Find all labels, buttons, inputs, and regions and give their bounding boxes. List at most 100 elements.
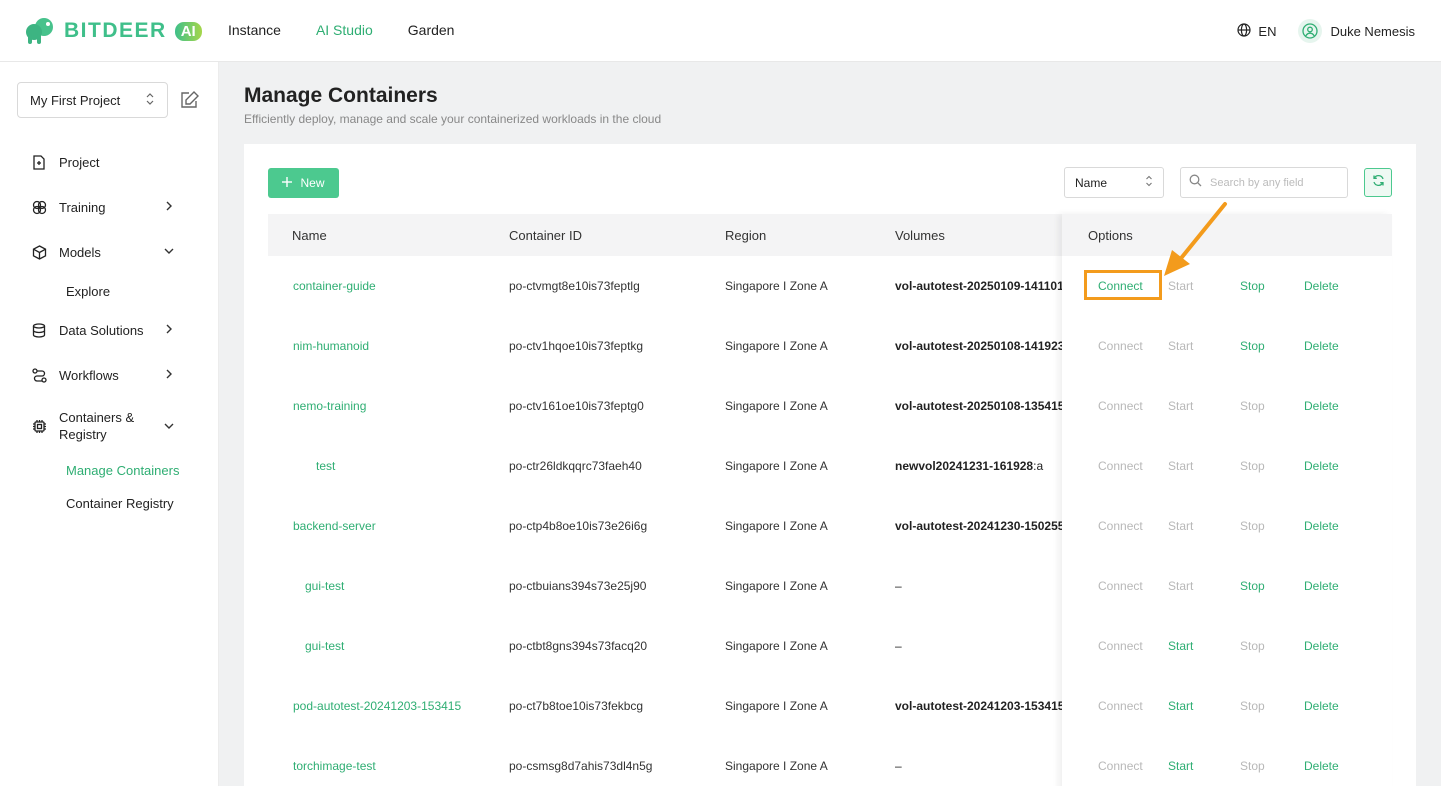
plus-icon [282,176,293,190]
container-name-link[interactable]: gui-test [305,579,344,593]
project-select[interactable]: My First Project [17,82,168,118]
chevron-down-icon [162,244,176,258]
container-id: po-ctbuians394s73e25j90 [509,579,647,593]
container-id: po-ctv1hqoe10is73feptkg [509,339,644,353]
stop-button[interactable]: Stop [1240,699,1265,713]
sidebar-item-workflows[interactable]: Workflows [0,353,219,398]
start-button[interactable]: Start [1168,459,1193,473]
connect-button[interactable]: Connect [1098,399,1143,413]
start-button[interactable]: Start [1168,759,1193,773]
start-button[interactable]: Start [1168,339,1193,353]
volume-name: newvol20241231-161928 [895,459,1034,473]
sidebar-item-models[interactable]: Models [0,230,219,275]
nav-instance[interactable]: Instance [228,22,281,38]
nav-garden[interactable]: Garden [408,22,455,38]
connect-button[interactable]: Connect [1098,759,1143,773]
container-id: po-csmsg8d7ahis73dl4n5g [509,759,653,773]
sidebar-nav: Project Training Models Explore Data Sol… [0,140,219,520]
delete-button[interactable]: Delete [1304,339,1339,353]
container-volume: – [895,579,1065,593]
container-name-link[interactable]: nemo-training [293,399,366,413]
start-button[interactable]: Start [1168,639,1193,653]
sidebar-item-containers-registry[interactable]: Containers & Registry [0,398,219,454]
delete-button[interactable]: Delete [1304,759,1339,773]
container-name-link[interactable]: container-guide [293,279,376,293]
updown-chevron-icon [1145,175,1153,190]
stop-button[interactable]: Stop [1240,579,1265,593]
filter-field-select[interactable]: Name [1064,167,1164,198]
workflow-icon [31,368,47,384]
stop-button[interactable]: Stop [1240,519,1265,533]
volume-name: vol-autotest-20250108-135415 [895,399,1065,413]
connect-button[interactable]: Connect [1098,699,1143,713]
container-volume: vol-autotest-20241203-153415 [895,699,1065,713]
container-name-link[interactable]: gui-test [305,639,344,653]
sidebar-item-project[interactable]: Project [0,140,219,185]
volume-suffix: – [895,639,902,653]
start-button[interactable]: Start [1168,699,1193,713]
sidebar-item-explore[interactable]: Explore [0,275,219,308]
new-button[interactable]: New [268,168,339,198]
stop-button[interactable]: Stop [1240,339,1265,353]
logo-badge: AI [174,21,202,41]
search-icon [1189,174,1202,192]
connect-button[interactable]: Connect [1098,519,1143,533]
volume-name: vol-autotest-20241203-153415 [895,699,1065,713]
container-region: Singapore I Zone A [725,759,828,773]
logo[interactable]: BITDEER AI [24,17,202,45]
container-name-link[interactable]: backend-server [293,519,376,533]
delete-button[interactable]: Delete [1304,519,1339,533]
volume-suffix: – [895,579,902,593]
sidebar-item-container-registry[interactable]: Container Registry [0,487,219,520]
container-region: Singapore I Zone A [725,519,828,533]
column-header-volumes[interactable]: Volumes [895,228,945,243]
connect-button[interactable]: Connect [1098,339,1143,353]
start-button[interactable]: Start [1168,399,1193,413]
connect-button[interactable]: Connect [1098,579,1143,593]
container-id: po-ctbt8gns394s73facq20 [509,639,648,653]
language-switcher[interactable]: EN [1237,22,1276,40]
sidebar-item-manage-containers[interactable]: Manage Containers [0,454,219,487]
sidebar: My First Project Project Training Models… [0,62,219,786]
container-name-link[interactable]: pod-autotest-20241203-153415 [293,699,461,713]
column-header-container-id[interactable]: Container ID [509,228,582,243]
delete-button[interactable]: Delete [1304,279,1339,293]
start-button[interactable]: Start [1168,579,1193,593]
sidebar-item-label: Data Solutions [59,323,144,338]
container-region: Singapore I Zone A [725,459,828,473]
nav-ai-studio[interactable]: AI Studio [316,22,373,38]
chevron-right-icon [162,199,176,213]
container-name-link[interactable]: torchimage-test [293,759,376,773]
edit-icon[interactable] [179,89,201,111]
user-name[interactable]: Duke Nemesis [1330,24,1415,39]
stop-button[interactable]: Stop [1240,459,1265,473]
chip-icon [31,418,47,434]
volume-name: vol-autotest-20250109-141101 [895,279,1064,293]
avatar[interactable] [1298,19,1323,43]
stop-button[interactable]: Stop [1240,759,1265,773]
column-header-name[interactable]: Name [292,228,327,243]
connect-button[interactable]: Connect [1098,459,1143,473]
container-name-link[interactable]: test [316,459,335,473]
sidebar-item-training[interactable]: Training [0,185,219,230]
container-name-link[interactable]: nim-humanoid [293,339,369,353]
start-button[interactable]: Start [1168,279,1193,293]
filter-field-value: Name [1075,175,1108,190]
page-title: Manage Containers [244,84,438,107]
delete-button[interactable]: Delete [1304,699,1339,713]
start-button[interactable]: Start [1168,519,1193,533]
stop-button[interactable]: Stop [1240,279,1265,293]
refresh-button[interactable] [1364,168,1392,197]
search-input[interactable] [1210,176,1340,189]
sidebar-item-data-solutions[interactable]: Data Solutions [0,308,219,353]
delete-button[interactable]: Delete [1304,639,1339,653]
delete-button[interactable]: Delete [1304,399,1339,413]
column-header-region[interactable]: Region [725,228,766,243]
delete-button[interactable]: Delete [1304,459,1339,473]
delete-button[interactable]: Delete [1304,579,1339,593]
container-region: Singapore I Zone A [725,579,828,593]
stop-button[interactable]: Stop [1240,399,1265,413]
chevron-down-icon [162,419,176,433]
connect-button[interactable]: Connect [1098,639,1143,653]
stop-button[interactable]: Stop [1240,639,1265,653]
